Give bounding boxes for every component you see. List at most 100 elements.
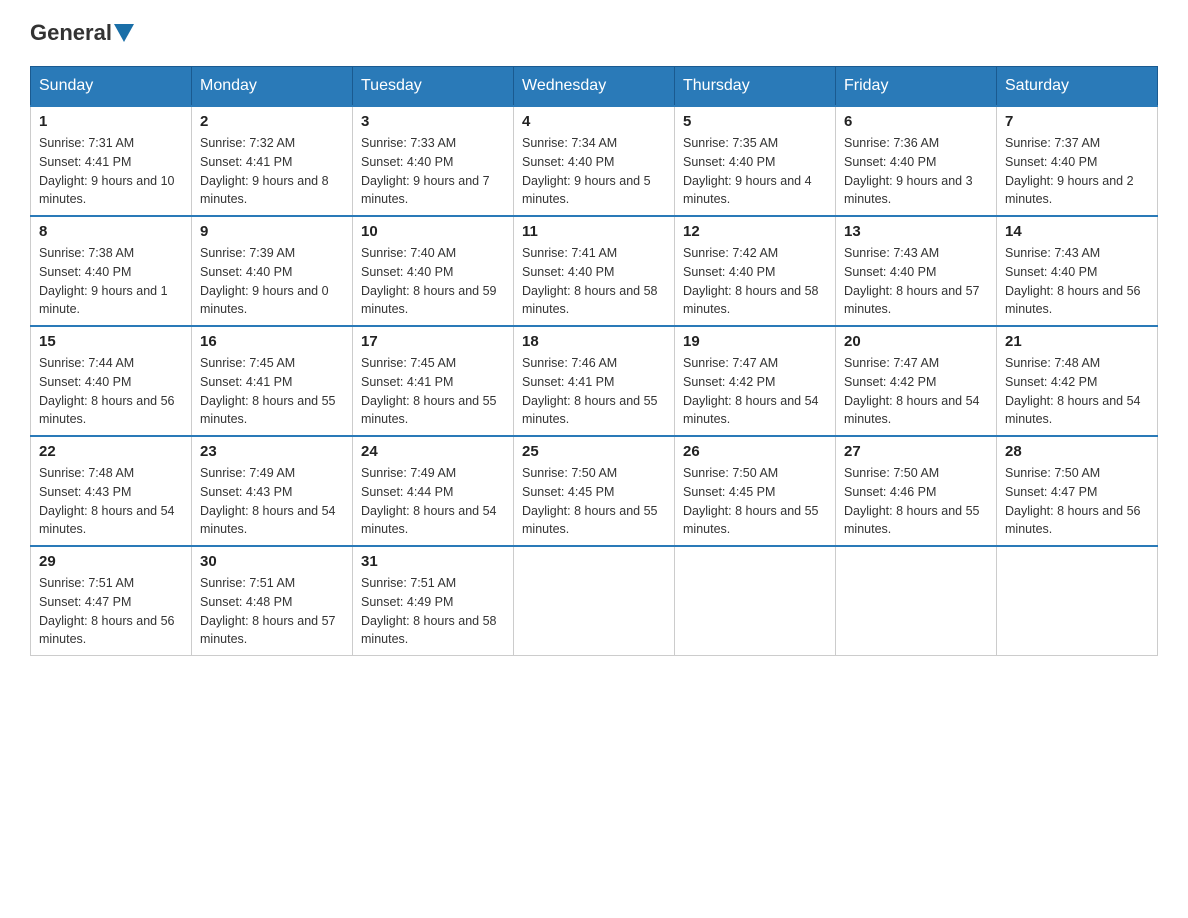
day-info: Sunrise: 7:51 AM Sunset: 4:49 PM Dayligh…	[361, 574, 505, 649]
day-number: 15	[39, 333, 183, 350]
day-number: 16	[200, 333, 344, 350]
day-number: 29	[39, 553, 183, 570]
day-number: 1	[39, 113, 183, 130]
day-number: 13	[844, 223, 988, 240]
table-row: 30 Sunrise: 7:51 AM Sunset: 4:48 PM Dayl…	[192, 546, 353, 656]
day-number: 26	[683, 443, 827, 460]
day-number: 8	[39, 223, 183, 240]
col-sunday: Sunday	[31, 67, 192, 107]
day-number: 19	[683, 333, 827, 350]
calendar-header-row: Sunday Monday Tuesday Wednesday Thursday…	[31, 67, 1158, 107]
day-info: Sunrise: 7:44 AM Sunset: 4:40 PM Dayligh…	[39, 354, 183, 429]
day-number: 10	[361, 223, 505, 240]
day-info: Sunrise: 7:49 AM Sunset: 4:44 PM Dayligh…	[361, 464, 505, 539]
table-row: 31 Sunrise: 7:51 AM Sunset: 4:49 PM Dayl…	[353, 546, 514, 656]
day-info: Sunrise: 7:40 AM Sunset: 4:40 PM Dayligh…	[361, 244, 505, 319]
day-info: Sunrise: 7:50 AM Sunset: 4:47 PM Dayligh…	[1005, 464, 1149, 539]
logo-arrow-icon	[114, 24, 134, 44]
day-number: 18	[522, 333, 666, 350]
table-row: 2 Sunrise: 7:32 AM Sunset: 4:41 PM Dayli…	[192, 106, 353, 216]
day-info: Sunrise: 7:49 AM Sunset: 4:43 PM Dayligh…	[200, 464, 344, 539]
table-row: 6 Sunrise: 7:36 AM Sunset: 4:40 PM Dayli…	[836, 106, 997, 216]
table-row: 28 Sunrise: 7:50 AM Sunset: 4:47 PM Dayl…	[997, 436, 1158, 546]
day-number: 3	[361, 113, 505, 130]
day-info: Sunrise: 7:48 AM Sunset: 4:42 PM Dayligh…	[1005, 354, 1149, 429]
table-row: 8 Sunrise: 7:38 AM Sunset: 4:40 PM Dayli…	[31, 216, 192, 326]
day-number: 20	[844, 333, 988, 350]
table-row	[514, 546, 675, 656]
day-number: 4	[522, 113, 666, 130]
day-info: Sunrise: 7:33 AM Sunset: 4:40 PM Dayligh…	[361, 134, 505, 209]
day-info: Sunrise: 7:41 AM Sunset: 4:40 PM Dayligh…	[522, 244, 666, 319]
table-row: 1 Sunrise: 7:31 AM Sunset: 4:41 PM Dayli…	[31, 106, 192, 216]
page-header: General	[30, 20, 1158, 46]
day-number: 31	[361, 553, 505, 570]
day-info: Sunrise: 7:42 AM Sunset: 4:40 PM Dayligh…	[683, 244, 827, 319]
day-info: Sunrise: 7:43 AM Sunset: 4:40 PM Dayligh…	[844, 244, 988, 319]
table-row: 13 Sunrise: 7:43 AM Sunset: 4:40 PM Dayl…	[836, 216, 997, 326]
table-row: 7 Sunrise: 7:37 AM Sunset: 4:40 PM Dayli…	[997, 106, 1158, 216]
col-wednesday: Wednesday	[514, 67, 675, 107]
table-row	[997, 546, 1158, 656]
table-row: 23 Sunrise: 7:49 AM Sunset: 4:43 PM Dayl…	[192, 436, 353, 546]
day-number: 30	[200, 553, 344, 570]
day-info: Sunrise: 7:31 AM Sunset: 4:41 PM Dayligh…	[39, 134, 183, 209]
table-row: 20 Sunrise: 7:47 AM Sunset: 4:42 PM Dayl…	[836, 326, 997, 436]
col-saturday: Saturday	[997, 67, 1158, 107]
table-row: 22 Sunrise: 7:48 AM Sunset: 4:43 PM Dayl…	[31, 436, 192, 546]
day-number: 17	[361, 333, 505, 350]
day-number: 2	[200, 113, 344, 130]
col-tuesday: Tuesday	[353, 67, 514, 107]
table-row: 3 Sunrise: 7:33 AM Sunset: 4:40 PM Dayli…	[353, 106, 514, 216]
day-info: Sunrise: 7:46 AM Sunset: 4:41 PM Dayligh…	[522, 354, 666, 429]
table-row: 12 Sunrise: 7:42 AM Sunset: 4:40 PM Dayl…	[675, 216, 836, 326]
table-row: 10 Sunrise: 7:40 AM Sunset: 4:40 PM Dayl…	[353, 216, 514, 326]
day-info: Sunrise: 7:51 AM Sunset: 4:47 PM Dayligh…	[39, 574, 183, 649]
table-row: 9 Sunrise: 7:39 AM Sunset: 4:40 PM Dayli…	[192, 216, 353, 326]
day-info: Sunrise: 7:34 AM Sunset: 4:40 PM Dayligh…	[522, 134, 666, 209]
table-row: 16 Sunrise: 7:45 AM Sunset: 4:41 PM Dayl…	[192, 326, 353, 436]
table-row: 29 Sunrise: 7:51 AM Sunset: 4:47 PM Dayl…	[31, 546, 192, 656]
day-number: 21	[1005, 333, 1149, 350]
day-info: Sunrise: 7:51 AM Sunset: 4:48 PM Dayligh…	[200, 574, 344, 649]
table-row: 26 Sunrise: 7:50 AM Sunset: 4:45 PM Dayl…	[675, 436, 836, 546]
day-number: 27	[844, 443, 988, 460]
calendar-week-row: 8 Sunrise: 7:38 AM Sunset: 4:40 PM Dayli…	[31, 216, 1158, 326]
day-number: 24	[361, 443, 505, 460]
table-row: 24 Sunrise: 7:49 AM Sunset: 4:44 PM Dayl…	[353, 436, 514, 546]
table-row: 15 Sunrise: 7:44 AM Sunset: 4:40 PM Dayl…	[31, 326, 192, 436]
day-number: 12	[683, 223, 827, 240]
table-row	[836, 546, 997, 656]
day-info: Sunrise: 7:39 AM Sunset: 4:40 PM Dayligh…	[200, 244, 344, 319]
day-info: Sunrise: 7:38 AM Sunset: 4:40 PM Dayligh…	[39, 244, 183, 319]
calendar-week-row: 22 Sunrise: 7:48 AM Sunset: 4:43 PM Dayl…	[31, 436, 1158, 546]
day-info: Sunrise: 7:50 AM Sunset: 4:46 PM Dayligh…	[844, 464, 988, 539]
day-number: 23	[200, 443, 344, 460]
col-monday: Monday	[192, 67, 353, 107]
logo: General	[30, 20, 134, 46]
table-row: 27 Sunrise: 7:50 AM Sunset: 4:46 PM Dayl…	[836, 436, 997, 546]
table-row: 11 Sunrise: 7:41 AM Sunset: 4:40 PM Dayl…	[514, 216, 675, 326]
col-friday: Friday	[836, 67, 997, 107]
day-number: 28	[1005, 443, 1149, 460]
day-info: Sunrise: 7:45 AM Sunset: 4:41 PM Dayligh…	[361, 354, 505, 429]
col-thursday: Thursday	[675, 67, 836, 107]
day-info: Sunrise: 7:37 AM Sunset: 4:40 PM Dayligh…	[1005, 134, 1149, 209]
day-number: 7	[1005, 113, 1149, 130]
table-row: 14 Sunrise: 7:43 AM Sunset: 4:40 PM Dayl…	[997, 216, 1158, 326]
table-row	[675, 546, 836, 656]
day-info: Sunrise: 7:50 AM Sunset: 4:45 PM Dayligh…	[522, 464, 666, 539]
day-info: Sunrise: 7:47 AM Sunset: 4:42 PM Dayligh…	[683, 354, 827, 429]
calendar-week-row: 1 Sunrise: 7:31 AM Sunset: 4:41 PM Dayli…	[31, 106, 1158, 216]
day-number: 9	[200, 223, 344, 240]
day-info: Sunrise: 7:36 AM Sunset: 4:40 PM Dayligh…	[844, 134, 988, 209]
calendar-week-row: 29 Sunrise: 7:51 AM Sunset: 4:47 PM Dayl…	[31, 546, 1158, 656]
day-info: Sunrise: 7:50 AM Sunset: 4:45 PM Dayligh…	[683, 464, 827, 539]
table-row: 4 Sunrise: 7:34 AM Sunset: 4:40 PM Dayli…	[514, 106, 675, 216]
table-row: 25 Sunrise: 7:50 AM Sunset: 4:45 PM Dayl…	[514, 436, 675, 546]
calendar-week-row: 15 Sunrise: 7:44 AM Sunset: 4:40 PM Dayl…	[31, 326, 1158, 436]
logo-text-general: General	[30, 20, 112, 46]
day-number: 11	[522, 223, 666, 240]
table-row: 21 Sunrise: 7:48 AM Sunset: 4:42 PM Dayl…	[997, 326, 1158, 436]
day-number: 5	[683, 113, 827, 130]
